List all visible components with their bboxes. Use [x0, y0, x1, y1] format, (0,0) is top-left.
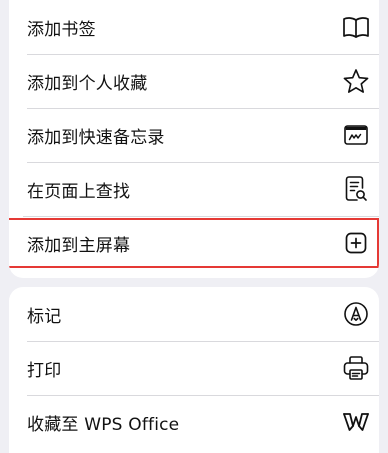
add-to-home-screen-item[interactable]: 添加到主屏幕	[9, 216, 379, 270]
add-bookmark-label: 添加书签	[27, 19, 96, 40]
book-icon	[341, 12, 371, 42]
add-to-quick-note-label: 添加到快速备忘录	[27, 127, 165, 148]
wps-office-icon	[341, 407, 371, 437]
add-to-favorites-item[interactable]: 添加到个人收藏	[9, 54, 379, 108]
printer-icon	[341, 353, 371, 383]
add-to-favorites-label: 添加到个人收藏	[27, 73, 148, 94]
markup-icon	[341, 299, 371, 329]
markup-label: 标记	[27, 306, 62, 327]
markup-item[interactable]: 标记	[9, 287, 379, 341]
add-to-home-screen-label: 添加到主屏幕	[27, 235, 131, 256]
find-on-page-item[interactable]: 在页面上查找	[9, 162, 379, 216]
actions-group-1: 添加书签 添加到个人收藏 添加到快速备忘录 在页面上查找 添加到主屏幕	[9, 0, 379, 278]
save-to-wps-office-label: 收藏至 WPS Office	[27, 414, 180, 435]
share-sheet-menu: 添加书签 添加到个人收藏 添加到快速备忘录 在页面上查找 添加到主屏幕 标记 打…	[0, 0, 388, 453]
actions-group-2: 标记 打印 收藏至 WPS Office	[9, 287, 379, 453]
find-on-page-label: 在页面上查找	[27, 181, 131, 202]
save-to-wps-office-item[interactable]: 收藏至 WPS Office	[9, 395, 379, 449]
star-icon	[341, 66, 371, 96]
find-on-page-icon	[341, 174, 371, 204]
add-to-quick-note-item[interactable]: 添加到快速备忘录	[9, 108, 379, 162]
quick-note-icon	[341, 120, 371, 150]
add-square-icon	[341, 228, 371, 258]
print-label: 打印	[27, 360, 62, 381]
print-item[interactable]: 打印	[9, 341, 379, 395]
add-bookmark-item[interactable]: 添加书签	[9, 0, 379, 54]
